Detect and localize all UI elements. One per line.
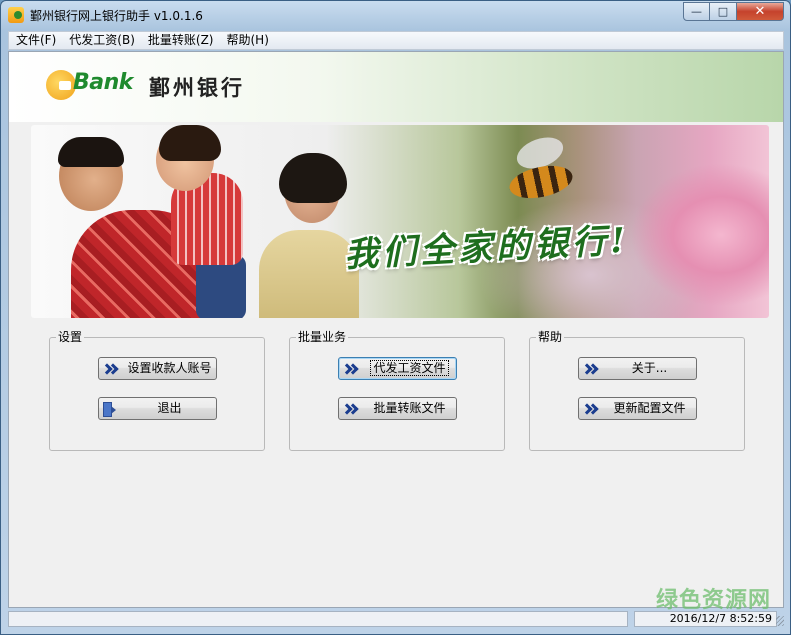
menu-help[interactable]: 帮助(H) xyxy=(219,32,274,49)
chevron-right-double-icon xyxy=(583,403,599,415)
banner-man-hair xyxy=(58,137,124,167)
banner-bee-icon xyxy=(506,160,576,204)
group-batch-business: 批量业务 代发工资文件 批量转账文件 xyxy=(289,330,505,451)
exit-button[interactable]: 退出 xyxy=(98,397,217,420)
group-settings-title: 设置 xyxy=(56,330,85,344)
about-button[interactable]: 关于... xyxy=(578,357,697,380)
group-help: 帮助 关于... 更新配置文件 xyxy=(529,330,745,451)
main-window: 鄞州银行网上银行助手 v1.0.1.6 — □ ✕ 文件(F) 代发工资(B) … xyxy=(0,0,791,635)
chevron-right-double-icon xyxy=(103,363,119,375)
group-help-title: 帮助 xyxy=(536,330,565,344)
group-settings: 设置 设置收款人账号 退出 xyxy=(49,330,265,451)
batch-transfer-file-button[interactable]: 批量转账文件 xyxy=(338,397,457,420)
banner-slogan: 我们全家的银行! xyxy=(343,220,630,276)
payroll-file-button[interactable]: 代发工资文件 xyxy=(338,357,457,380)
app-icon xyxy=(8,7,24,23)
maximize-button[interactable]: □ xyxy=(710,2,737,21)
banner-girl-hair xyxy=(159,125,221,161)
exit-label: 退出 xyxy=(157,401,182,415)
status-message xyxy=(8,611,628,627)
bank-logo-icon xyxy=(46,70,76,100)
bank-name: 鄞州银行 xyxy=(149,75,245,100)
title-bar[interactable]: 鄞州银行网上银行助手 v1.0.1.6 — □ ✕ xyxy=(1,1,790,31)
resize-grip-icon[interactable] xyxy=(776,616,784,626)
minimize-button[interactable]: — xyxy=(683,2,710,21)
client-area: Bank 鄞州银行 我们全家的银行! 设置 设置收款人账号 退出 批量业务 代发… xyxy=(8,51,784,608)
update-config-label: 更新配置文件 xyxy=(613,401,686,415)
exit-door-icon xyxy=(103,402,117,417)
chevron-right-double-icon xyxy=(343,403,359,415)
payroll-file-label: 代发工资文件 xyxy=(370,360,449,376)
update-config-button[interactable]: 更新配置文件 xyxy=(578,397,697,420)
close-button[interactable]: ✕ xyxy=(737,2,784,21)
maximize-icon: □ xyxy=(717,5,729,18)
watermark-text: 绿色资源网 xyxy=(656,588,772,613)
window-title: 鄞州银行网上银行助手 v1.0.1.6 xyxy=(30,9,203,23)
header-band: Bank 鄞州银行 xyxy=(9,52,783,122)
window-controls: — □ ✕ xyxy=(683,2,784,21)
banner-woman-hair xyxy=(279,153,347,203)
menu-batch-transfer[interactable]: 批量转账(Z) xyxy=(141,32,220,49)
banner-image: 我们全家的银行! xyxy=(31,125,769,318)
chevron-right-double-icon xyxy=(583,363,599,375)
batch-transfer-file-label: 批量转账文件 xyxy=(373,401,446,415)
set-payee-account-label: 设置收款人账号 xyxy=(127,361,212,375)
menu-file[interactable]: 文件(F) xyxy=(9,32,62,49)
set-payee-account-button[interactable]: 设置收款人账号 xyxy=(98,357,217,380)
chevron-right-double-icon xyxy=(343,363,359,375)
minimize-icon: — xyxy=(691,5,702,18)
menu-bar: 文件(F) 代发工资(B) 批量转账(Z) 帮助(H) xyxy=(8,31,784,50)
about-label: 关于... xyxy=(631,361,668,375)
close-icon: ✕ xyxy=(754,4,766,19)
menu-payroll[interactable]: 代发工资(B) xyxy=(62,32,141,49)
logo-text: Bank xyxy=(73,70,133,95)
group-batch-title: 批量业务 xyxy=(296,330,349,344)
